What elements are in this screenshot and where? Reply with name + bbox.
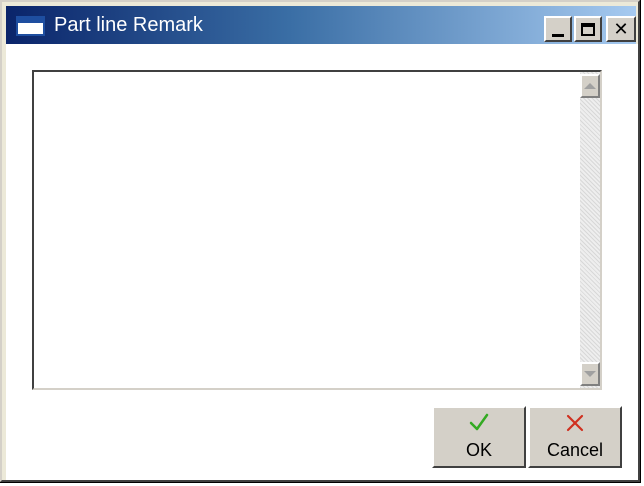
minimize-button[interactable] <box>544 16 572 42</box>
scroll-down-button[interactable] <box>580 362 600 386</box>
dialog-content: OK Cancel <box>6 44 638 480</box>
window-icon <box>16 16 45 36</box>
maximize-icon <box>581 22 595 36</box>
scroll-down-arrow-icon <box>584 371 596 377</box>
close-icon: ✕ <box>613 18 629 40</box>
scroll-up-button[interactable] <box>580 74 600 98</box>
close-button[interactable]: ✕ <box>606 16 636 42</box>
remark-textarea[interactable] <box>34 72 582 388</box>
ok-button-label: OK <box>465 440 492 460</box>
dialog-window: Part line Remark ✕ OK Cancel <box>0 0 641 483</box>
vertical-scrollbar[interactable] <box>580 72 600 388</box>
cancel-button-label: Cancel <box>546 440 604 460</box>
remark-textarea-frame <box>32 70 602 390</box>
checkmark-icon <box>469 413 489 431</box>
scroll-up-arrow-icon <box>584 83 596 89</box>
maximize-button[interactable] <box>574 16 602 42</box>
window-title: Part line Remark <box>54 14 203 36</box>
ok-button[interactable]: OK <box>432 406 526 468</box>
title-bar[interactable]: Part line Remark ✕ <box>6 6 636 44</box>
minimize-icon <box>552 33 564 37</box>
cancel-button[interactable]: Cancel <box>528 406 622 468</box>
x-mark-icon <box>566 414 584 432</box>
